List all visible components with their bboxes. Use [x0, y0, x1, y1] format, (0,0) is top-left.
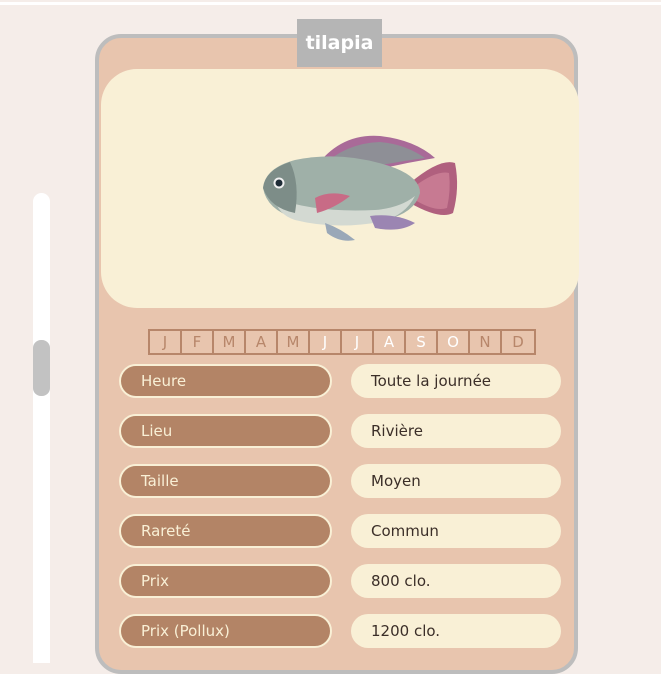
info-row: Lieu Rivière: [119, 414, 561, 448]
top-divider: [0, 2, 661, 5]
info-row: Heure Toute la journée: [119, 364, 561, 398]
info-label: Prix (Pollux): [119, 614, 332, 648]
fish-title: tilapia: [297, 19, 382, 67]
info-label: Taille: [119, 464, 332, 498]
info-value: Moyen: [351, 464, 561, 498]
info-label: Heure: [119, 364, 332, 398]
info-label: Prix: [119, 564, 332, 598]
info-value: Commun: [351, 514, 561, 548]
info-value: 800 clo.: [351, 564, 561, 598]
month-cell: J: [150, 331, 182, 353]
info-row: Rareté Commun: [119, 514, 561, 548]
month-cell: N: [470, 331, 502, 353]
month-cell: M: [214, 331, 246, 353]
scrollbar-track[interactable]: [33, 193, 50, 663]
month-cell: J: [342, 331, 374, 353]
info-row: Prix 800 clo.: [119, 564, 561, 598]
month-cell: A: [246, 331, 278, 353]
month-cell: A: [374, 331, 406, 353]
month-cell: J: [310, 331, 342, 353]
scrollbar-thumb[interactable]: [33, 340, 50, 396]
info-value: Rivière: [351, 414, 561, 448]
info-value: 1200 clo.: [351, 614, 561, 648]
month-cell: D: [512, 333, 524, 351]
month-cell: O: [438, 331, 470, 353]
info-label: Lieu: [119, 414, 332, 448]
fish-icon: [263, 135, 458, 241]
info-value: Toute la journée: [351, 364, 561, 398]
info-label: Rareté: [119, 514, 332, 548]
info-row: Prix (Pollux) 1200 clo.: [119, 614, 561, 648]
month-cell: S: [406, 331, 438, 353]
month-availability: JFMAMJJASOND: [148, 329, 536, 355]
month-cell: F: [182, 331, 214, 353]
month-cell: M: [278, 331, 310, 353]
info-row: Taille Moyen: [119, 464, 561, 498]
